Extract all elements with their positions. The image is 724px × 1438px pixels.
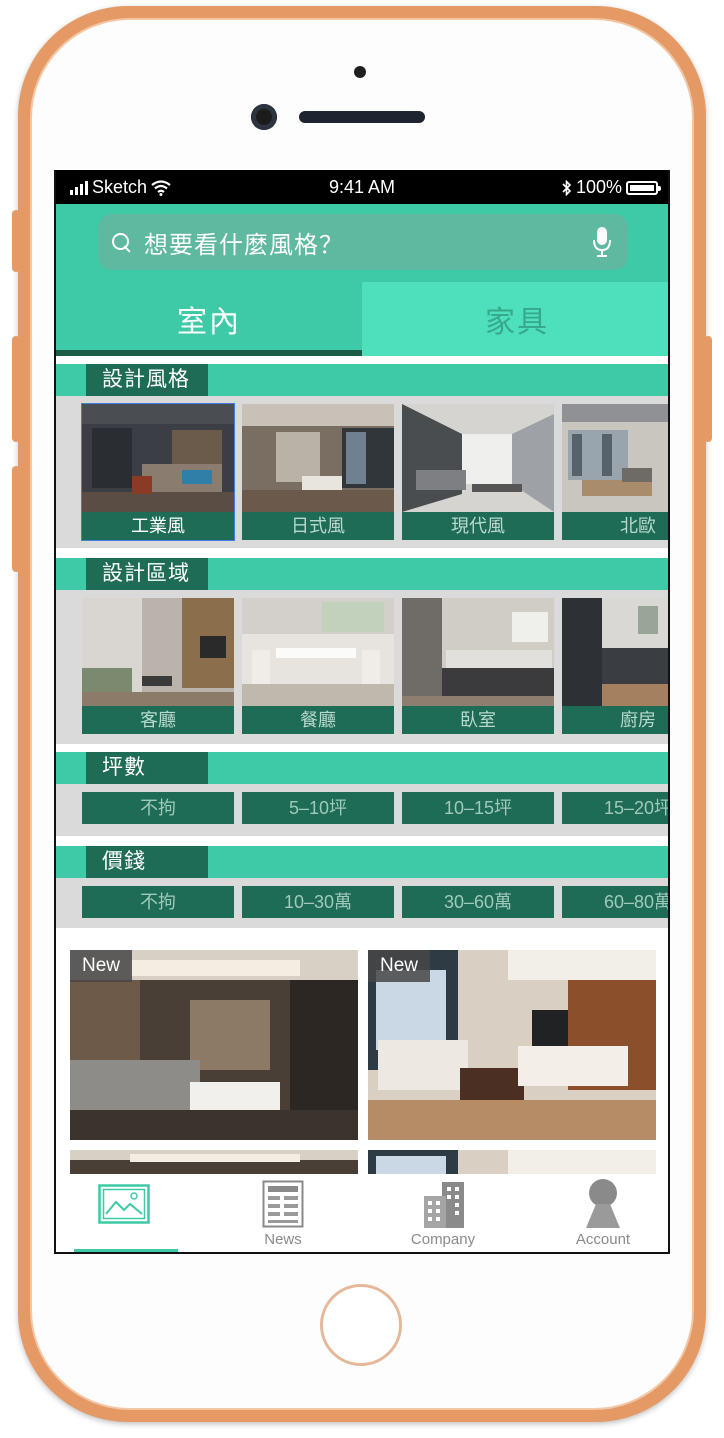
tab-label: News [264,1231,302,1248]
style-label: 現代風 [402,512,554,540]
sensor-dot [354,66,366,78]
tab-gallery[interactable] [56,1174,210,1252]
search-icon [110,231,132,253]
industrial-room-image [82,404,234,512]
section-title: 設計風格 [86,364,208,396]
area-label: 客廳 [82,706,234,734]
project-card[interactable]: New [368,950,656,1140]
project-image [70,1150,358,1174]
style-carousel: 工業風 日式風 現代風 北歐 [56,396,668,548]
bottom-tab-bar: News Company Account [56,1174,668,1252]
kitchen-image [562,598,668,706]
tab-furniture[interactable]: 家具 [362,282,668,356]
price-option[interactable]: 30–60萬 [402,886,554,918]
home-button[interactable] [320,1284,402,1366]
microphone-icon[interactable] [592,226,612,258]
size-options: 不拘 5–10坪 10–15坪 15–20坪 [56,784,668,836]
price-option[interactable]: 不拘 [82,886,234,918]
earpiece-speaker [299,111,425,123]
price-options: 不拘 10–30萬 30–60萬 60–80萬 [56,878,668,928]
volume-up-button [12,336,20,442]
style-card-modern[interactable]: 現代風 [402,404,554,540]
section-header: 設計風格 [56,364,668,396]
section-title: 坪數 [86,752,208,784]
app-screen: Sketch 9:41 AM 100% 想要看什麼風格？ 室內 家具 設計風格 [54,170,670,1254]
tab-account[interactable]: Account [526,1174,668,1252]
size-section: 坪數 不拘 5–10坪 10–15坪 15–20坪 [56,752,668,836]
size-option[interactable]: 不拘 [82,792,234,824]
price-option[interactable]: 60–80萬 [562,886,668,918]
search-placeholder: 想要看什麼風格？ [144,231,344,259]
front-camera [251,104,277,130]
battery-icon [626,180,661,195]
section-header: 價錢 [56,846,668,878]
tab-company[interactable]: Company [366,1174,520,1252]
project-image [368,1150,656,1174]
style-card-industrial[interactable]: 工業風 [81,403,235,541]
project-card[interactable]: New [70,950,358,1140]
section-header: 坪數 [56,752,668,784]
category-tabs: 室內 家具 [56,282,668,356]
bluetooth-icon [562,179,572,196]
power-button [704,336,712,442]
area-label: 廚房 [562,706,668,734]
area-card-living-room[interactable]: 客廳 [82,598,234,734]
building-icon [424,1182,464,1228]
size-option[interactable]: 5–10坪 [242,792,394,824]
section-title: 設計區域 [86,558,208,590]
style-label: 北歐 [562,512,668,540]
tab-label: Account [575,1231,631,1248]
tab-news[interactable]: News [206,1174,360,1252]
active-tab-indicator [74,1249,178,1252]
price-option[interactable]: 10–30萬 [242,886,394,918]
section-header: 設計區域 [56,558,668,590]
project-card[interactable] [70,1150,358,1174]
style-label: 工業風 [82,512,234,540]
user-icon [586,1179,620,1228]
living-room-image [82,598,234,706]
new-badge: New [368,950,430,982]
area-label: 臥室 [402,706,554,734]
mute-switch [12,210,20,272]
new-badge: New [70,950,132,982]
battery-percent: 100% [575,177,622,197]
style-card-nordic[interactable]: 北歐 [562,404,668,540]
bedroom-image [402,598,554,706]
volume-down-button [12,466,20,572]
japanese-room-image [242,404,394,512]
modern-room-image [402,404,554,512]
size-option[interactable]: 15–20坪 [562,792,668,824]
area-card-dining-room[interactable]: 餐廳 [242,598,394,734]
gallery-icon [98,1184,150,1224]
news-icon [262,1180,304,1228]
tab-indoor[interactable]: 室內 [56,282,362,356]
search-header: 想要看什麼風格？ [56,204,668,282]
project-card[interactable] [368,1150,656,1174]
style-section: 設計風格 工業風 日式風 現代風 北歐 [56,364,668,548]
style-card-japanese[interactable]: 日式風 [242,404,394,540]
status-bar: Sketch 9:41 AM 100% [56,170,668,204]
section-title: 價錢 [86,846,208,878]
area-section: 設計區域 客廳 餐廳 臥室 廚房 [56,558,668,744]
size-option[interactable]: 10–15坪 [402,792,554,824]
area-card-bedroom[interactable]: 臥室 [402,598,554,734]
tab-label: Company [410,1231,476,1248]
dining-room-image [242,598,394,706]
nordic-room-image [562,404,668,512]
style-label: 日式風 [242,512,394,540]
price-section: 價錢 不拘 10–30萬 30–60萬 60–80萬 [56,846,668,928]
area-label: 餐廳 [242,706,394,734]
search-input[interactable]: 想要看什麼風格？ [98,214,628,270]
area-card-kitchen[interactable]: 廚房 [562,598,668,734]
area-carousel: 客廳 餐廳 臥室 廚房 [56,590,668,744]
